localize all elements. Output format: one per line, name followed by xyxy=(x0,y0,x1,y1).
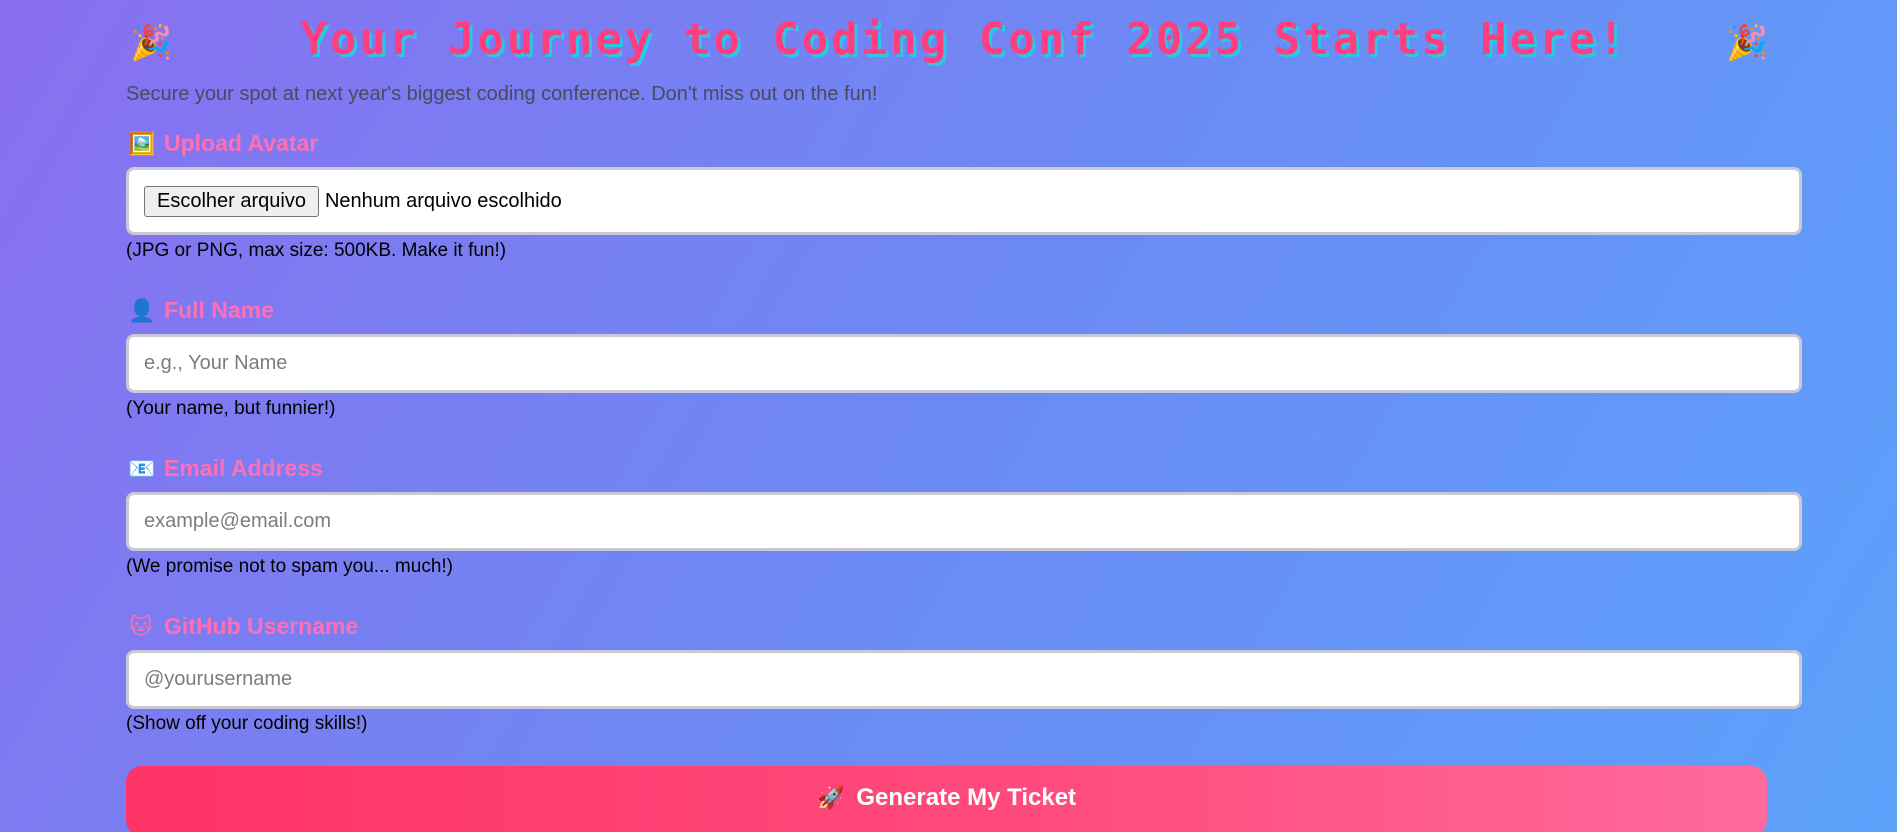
generate-ticket-label: Generate My Ticket xyxy=(856,784,1077,811)
email-label: 📧 Email Address xyxy=(128,455,323,482)
cat-icon: 🐱 xyxy=(129,613,153,639)
page-header: 🎉 Your Journey to Coding Conf 2025 Start… xyxy=(126,8,1802,78)
envelope-icon: 📧 xyxy=(128,455,156,481)
person-icon: 👤 xyxy=(128,297,156,323)
github-label-text: GitHub Username xyxy=(164,613,359,639)
page-title: Your Journey to Coding Conf 2025 Starts … xyxy=(300,13,1628,65)
avatar-label-text: Upload Avatar xyxy=(164,130,319,156)
avatar-label: 🖼️ Upload Avatar xyxy=(128,130,318,157)
email-hint: (We promise not to spam you... much!) xyxy=(126,556,453,577)
choose-file-button[interactable]: Escolher arquivo xyxy=(144,185,319,217)
email-field-wrapper xyxy=(126,492,1802,551)
github-username-input[interactable] xyxy=(129,653,1799,706)
file-status-text: Nenhum arquivo escolhido xyxy=(324,189,562,212)
email-input[interactable] xyxy=(129,495,1799,548)
full-name-field-wrapper xyxy=(126,334,1802,393)
full-name-label: 👤 Full Name xyxy=(128,297,274,324)
party-popper-icon: 🎉 xyxy=(1726,24,1769,62)
page-subtitle: Secure your spot at next year's biggest … xyxy=(126,83,878,105)
full-name-input[interactable] xyxy=(129,337,1799,390)
avatar-hint: (JPG or PNG, max size: 500KB. Make it fu… xyxy=(126,240,507,261)
picture-icon: 🖼️ xyxy=(128,130,156,156)
github-label: 🐱 GitHub Username xyxy=(128,613,359,640)
rocket-icon: 🚀 xyxy=(816,785,845,810)
github-field-wrapper xyxy=(126,650,1802,709)
full-name-hint: (Your name, but funnier!) xyxy=(126,398,336,419)
github-hint: (Show off your coding skills!) xyxy=(126,713,368,734)
email-label-text: Email Address xyxy=(164,455,323,481)
generate-ticket-button[interactable]: 🚀 Generate My Ticket xyxy=(126,766,1767,832)
full-name-label-text: Full Name xyxy=(164,297,274,323)
avatar-file-input[interactable]: Escolher arquivo Nenhum arquivo escolhid… xyxy=(126,167,1802,235)
party-popper-icon: 🎉 xyxy=(130,24,173,62)
